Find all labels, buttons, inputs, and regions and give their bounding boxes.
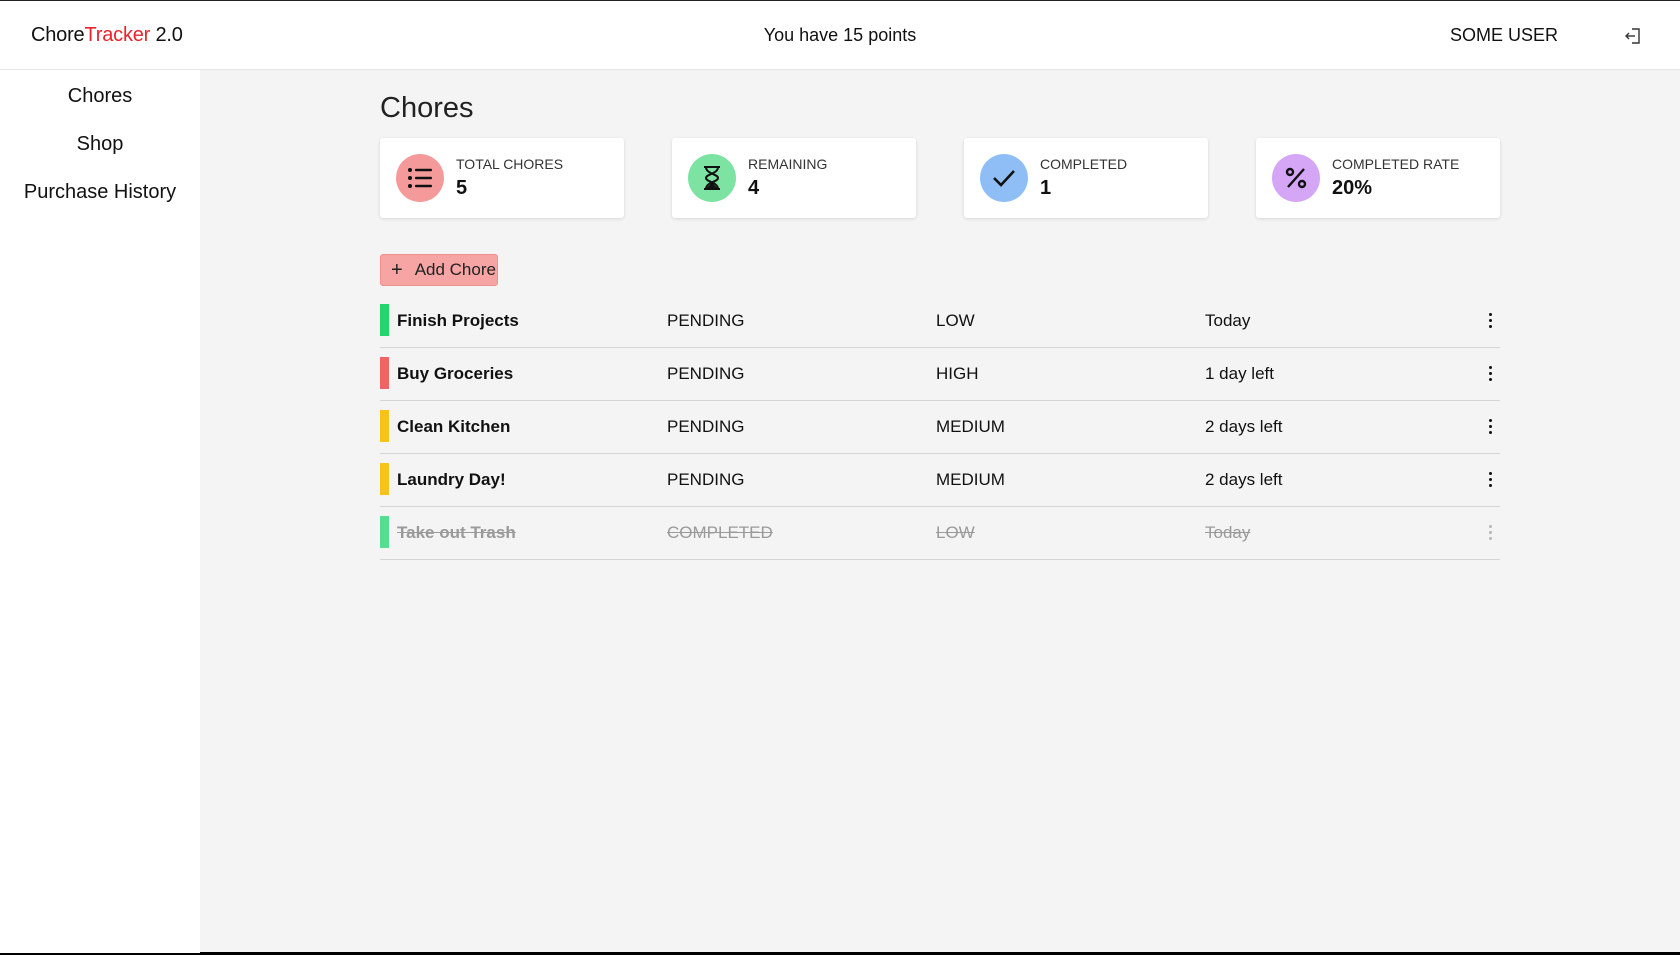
stat-value: 20% [1332,177,1373,199]
priority-indicator [380,357,389,389]
main-content: Chores TOTAL CHORES 5 REMAINING 4 COMPLE… [380,70,1500,560]
stat-card-completed-rate: COMPLETED RATE 20% [1256,138,1500,218]
stats-cards: TOTAL CHORES 5 REMAINING 4 COMPLETED 1 C… [380,138,1500,218]
chore-list: Finish Projects PENDING LOW Today Buy Gr… [380,295,1500,560]
chore-status: PENDING [667,364,745,383]
percent-icon [1272,154,1320,202]
chore-status: PENDING [667,311,745,330]
stat-card-completed: COMPLETED 1 [964,138,1208,218]
hourglass-icon [688,154,736,202]
stat-value: 4 [748,177,760,199]
logout-icon[interactable] [1624,27,1642,45]
chore-priority: LOW [936,311,975,330]
stat-value: 1 [1040,177,1052,199]
chore-due: 2 days left [1205,470,1283,489]
stat-label: COMPLETED RATE [1332,156,1460,172]
add-chore-label: Add Chore [414,260,496,279]
chore-name: Take out Trash [397,523,516,542]
chore-priority: MEDIUM [936,470,1005,489]
more-options-icon[interactable] [1480,468,1500,490]
priority-indicator [380,304,389,336]
top-bar: ChoreTracker 2.0 You have 15 points SOME… [0,1,1680,70]
more-options-icon[interactable] [1480,309,1500,331]
chore-row-completed[interactable]: Take out Trash COMPLETED LOW Today [380,507,1500,560]
chore-priority: LOW [936,523,975,542]
chore-status: PENDING [667,470,745,489]
sidebar-item-purchase-history[interactable]: Purchase History [0,168,200,216]
chore-due: 1 day left [1205,364,1274,383]
page-title: Chores [380,92,474,124]
chore-row[interactable]: Buy Groceries PENDING HIGH 1 day left [380,348,1500,401]
user-name[interactable]: SOME USER [1450,25,1558,46]
sidebar-item-shop[interactable]: Shop [0,120,200,168]
chore-row[interactable]: Finish Projects PENDING LOW Today [380,295,1500,348]
chore-due: 2 days left [1205,417,1283,436]
more-options-icon[interactable] [1480,362,1500,384]
stat-value: 5 [456,177,468,199]
chore-due: Today [1205,523,1251,542]
stat-label: REMAINING [748,156,828,172]
stat-card-total-chores: TOTAL CHORES 5 [380,138,624,218]
app-window: ChoreTracker 2.0 You have 15 points SOME… [0,0,1680,953]
list-icon [396,154,444,202]
chore-status: PENDING [667,417,745,436]
priority-indicator [380,410,389,442]
chore-name: Buy Groceries [397,364,514,383]
sidebar: Chores Shop Purchase History [0,70,200,953]
stat-label: COMPLETED [1040,156,1128,172]
priority-indicator [380,463,389,495]
stat-card-remaining: REMAINING 4 [672,138,916,218]
chore-name: Clean Kitchen [397,417,511,436]
more-options-icon[interactable] [1480,521,1500,543]
stat-label: TOTAL CHORES [456,156,564,172]
chore-priority: HIGH [936,364,979,383]
priority-indicator [380,516,389,548]
sidebar-item-chores[interactable]: Chores [0,72,200,120]
chore-priority: MEDIUM [936,417,1005,436]
plus-icon: + [391,259,403,281]
chore-row[interactable]: Clean Kitchen PENDING MEDIUM 2 days left [380,401,1500,454]
chore-status: COMPLETED [667,523,773,542]
more-options-icon[interactable] [1480,415,1500,437]
chore-name: Finish Projects [397,311,519,330]
points-display: You have 15 points [763,25,917,45]
check-icon [980,154,1028,202]
chore-name: Laundry Day! [397,470,506,489]
add-chore-button[interactable]: + Add Chore [380,254,498,286]
chore-row[interactable]: Laundry Day! PENDING MEDIUM 2 days left [380,454,1500,507]
chore-due: Today [1205,311,1251,330]
